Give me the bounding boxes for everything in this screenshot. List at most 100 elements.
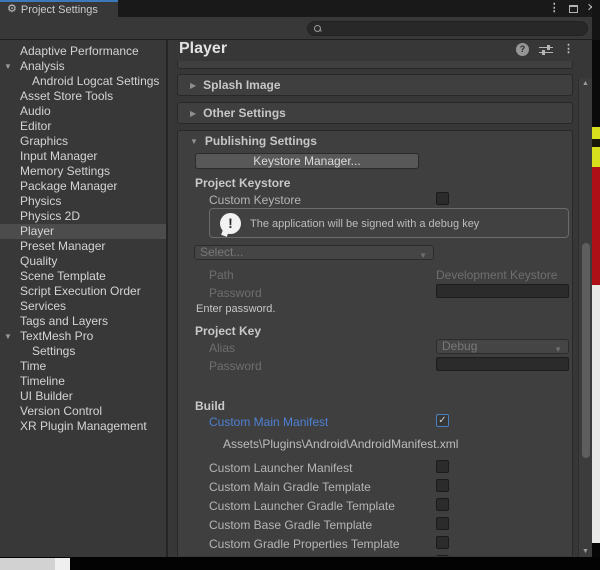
custom-main-manifest-label[interactable]: Custom Main Manifest <box>209 415 328 429</box>
sidebar-item-quality[interactable]: Quality <box>0 254 166 269</box>
sidebar-item-script-execution-order[interactable]: Script Execution Order <box>0 284 166 299</box>
search-icon <box>313 24 322 33</box>
custom-main-manifest-checkbox[interactable]: ✓ <box>436 414 449 427</box>
sidebar-item-xr-plugin-management[interactable]: XR Plugin Management <box>0 419 166 434</box>
sidebar-item-label: Settings <box>32 344 76 358</box>
sidebar-item-label: Physics 2D <box>20 209 81 223</box>
section-other-settings[interactable]: ▶ Other Settings <box>177 102 573 124</box>
sidebar-item-ui-builder[interactable]: UI Builder <box>0 389 166 404</box>
keystore-manager-button[interactable]: Keystore Manager... <box>195 153 419 169</box>
window-menu-icon[interactable]: ⋮ <box>549 3 560 14</box>
custom-launcher-gradle-template-checkbox[interactable] <box>436 498 449 511</box>
search-input[interactable] <box>322 22 572 35</box>
sidebar-item-physics[interactable]: Physics <box>0 194 166 209</box>
sidebar-item-label: Version Control <box>20 404 103 418</box>
sidebar-item-tags-and-layers[interactable]: Tags and Layers <box>0 314 166 329</box>
section-publishing-settings: ▼ Publishing Settings Keystore Manager..… <box>177 130 573 556</box>
background-bottom-strip <box>0 557 600 570</box>
sidebar-item-input-manager[interactable]: Input Manager <box>0 149 166 164</box>
build-row-custom-gradle-properties-template: Custom Gradle Properties Template <box>178 535 572 554</box>
sidebar-item-label: Graphics <box>20 134 69 148</box>
sidebar-item-audio[interactable]: Audio <box>0 104 166 119</box>
help-icon[interactable]: ? <box>516 43 529 56</box>
build-label: Build <box>195 399 225 413</box>
sidebar-item-editor[interactable]: Editor <box>0 119 166 134</box>
sidebar-item-label: Asset Store Tools <box>20 89 114 103</box>
publishing-settings-header[interactable]: ▼ Publishing Settings <box>178 131 317 151</box>
sidebar-item-android-logcat-settings[interactable]: Android Logcat Settings <box>0 74 166 89</box>
background-taskbar-item <box>0 558 55 570</box>
player-settings-panel: Player ? ⋮ ▶ Splash Image ▶ Other Settin… <box>170 40 592 557</box>
keystore-select-dropdown[interactable]: Select... ▼ <box>194 245 434 260</box>
manifest-path: Assets\Plugins\Android\AndroidManifest.x… <box>223 437 459 451</box>
custom-gradle-properties-template-checkbox[interactable] <box>436 536 449 549</box>
build-row-label: Custom Base Gradle Template <box>209 518 373 532</box>
vertical-scrollbar[interactable]: ▲ ▼ <box>578 78 592 557</box>
search-box[interactable] <box>307 21 588 36</box>
settings-sidebar: Adaptive Performance ▼ Analysis Android Log… <box>0 40 168 557</box>
key-password-field[interactable] <box>436 357 569 374</box>
sidebar-item-label: Player <box>20 224 55 238</box>
sidebar-item-label: Audio <box>20 104 51 118</box>
build-row-custom-gradle-settings-template: Custom Gradle Settings Template <box>178 554 572 556</box>
maximize-icon[interactable] <box>568 4 578 13</box>
sidebar-item-memory-settings[interactable]: Memory Settings <box>0 164 166 179</box>
clipped-section-box <box>177 61 573 69</box>
sidebar-item-label: Services <box>20 299 67 313</box>
sidebar-item-label: Script Execution Order <box>20 284 141 298</box>
path-label: Path <box>209 268 234 282</box>
foldout-open-icon[interactable]: ▼ <box>4 59 12 74</box>
keystore-password-field[interactable] <box>436 284 569 301</box>
sidebar-item-scene-template[interactable]: Scene Template <box>0 269 166 284</box>
sidebar-item-graphics[interactable]: Graphics <box>0 134 166 149</box>
custom-launcher-manifest-checkbox[interactable] <box>436 460 449 473</box>
sidebar-item-textmesh-pro[interactable]: ▼ TextMesh Pro <box>0 329 166 344</box>
info-icon: ! <box>220 213 241 234</box>
background-sliver <box>592 167 600 285</box>
page-title: Player <box>179 40 228 57</box>
custom-keystore-checkbox[interactable] <box>436 192 449 205</box>
keystore-password-label: Password <box>209 286 262 300</box>
alias-dropdown[interactable]: Debug ▼ <box>436 339 569 354</box>
presets-icon[interactable] <box>539 44 553 56</box>
path-value: Development Keystore <box>436 268 558 282</box>
scroll-content: ▶ Splash Image ▶ Other Settings ▼ Publishin… <box>170 59 578 557</box>
scroll-down-icon[interactable]: ▼ <box>582 548 589 555</box>
sidebar-item-player[interactable]: Player <box>0 224 166 239</box>
project-key-label: Project Key <box>195 324 262 338</box>
sidebar-item-time[interactable]: Time <box>0 359 166 374</box>
build-row-custom-main-gradle-template: Custom Main Gradle Template <box>178 478 572 497</box>
sidebar-item-label: Adaptive Performance <box>20 44 139 58</box>
sidebar-item-preset-manager[interactable]: Preset Manager <box>0 239 166 254</box>
sidebar-item-label: XR Plugin Management <box>20 419 147 433</box>
foldout-open-icon: ▼ <box>190 136 198 146</box>
sidebar-item-physics-2d[interactable]: Physics 2D <box>0 209 166 224</box>
key-password-input[interactable] <box>437 362 568 374</box>
sidebar-item-timeline[interactable]: Timeline <box>0 374 166 389</box>
project-settings-window: ⚙ Project Settings ⋮ ✕ Adaptive Performa… <box>0 0 600 570</box>
panel-header: Player ? ⋮ <box>170 40 592 59</box>
custom-gradle-settings-template-checkbox[interactable] <box>436 555 449 556</box>
section-splash-image[interactable]: ▶ Splash Image <box>177 74 573 96</box>
keystore-password-input[interactable] <box>437 289 568 301</box>
custom-main-gradle-template-checkbox[interactable] <box>436 479 449 492</box>
panel-menu-icon[interactable]: ⋮ <box>563 44 574 55</box>
sidebar-item-version-control[interactable]: Version Control <box>0 404 166 419</box>
sidebar-item-services[interactable]: Services <box>0 299 166 314</box>
sidebar-item-package-manager[interactable]: Package Manager <box>0 179 166 194</box>
scrollbar-thumb[interactable] <box>582 243 590 458</box>
background-sliver <box>592 127 600 139</box>
toolbar <box>0 17 600 40</box>
background-sliver <box>592 285 600 543</box>
foldout-open-icon[interactable]: ▼ <box>4 329 12 344</box>
build-row-label: Custom Main Gradle Template <box>209 480 371 494</box>
sidebar-item-adaptive-performance[interactable]: Adaptive Performance <box>0 44 166 59</box>
scroll-up-icon[interactable]: ▲ <box>582 80 589 87</box>
sidebar-item-label: Android Logcat Settings <box>32 74 160 88</box>
sidebar-item-analysis[interactable]: ▼ Analysis <box>0 59 166 74</box>
sidebar-item-asset-store-tools[interactable]: Asset Store Tools <box>0 89 166 104</box>
tab-project-settings[interactable]: ⚙ Project Settings <box>0 0 118 17</box>
sidebar-item-settings[interactable]: Settings <box>0 344 166 359</box>
sidebar-item-label: Time <box>20 359 47 373</box>
custom-base-gradle-template-checkbox[interactable] <box>436 517 449 530</box>
